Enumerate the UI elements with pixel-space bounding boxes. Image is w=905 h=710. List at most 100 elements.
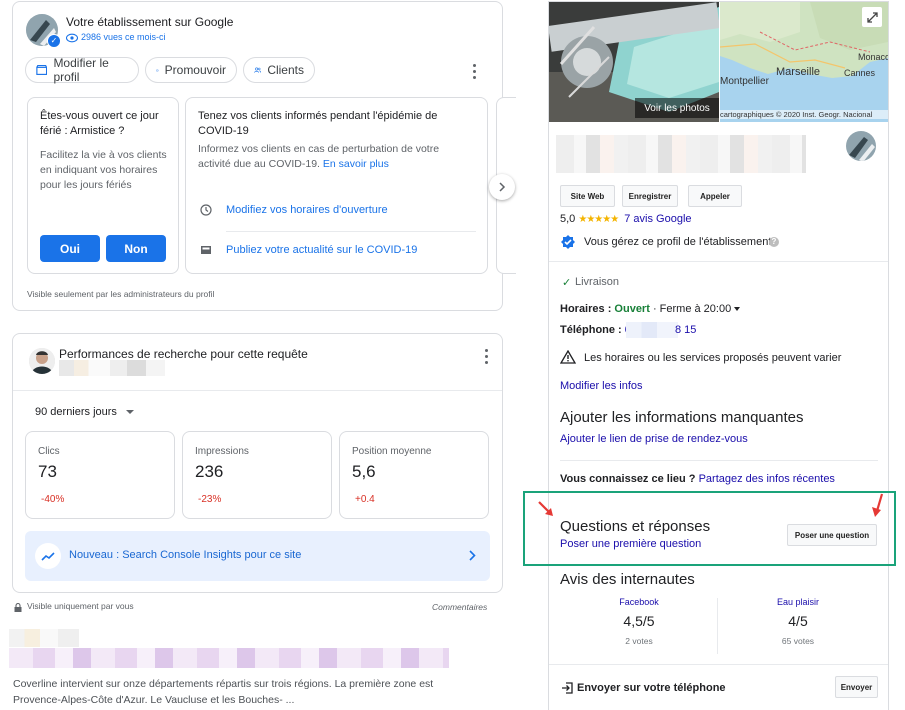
holiday-hours-card: Êtes-vous ouvert ce jour férié : Armisti… (27, 97, 179, 274)
rating-stars: ★★★★★ (578, 214, 619, 225)
help-icon[interactable]: ? (769, 237, 779, 247)
review-source-facebook[interactable]: Facebook 4,5/5 2 votes (560, 597, 718, 655)
review-source-name: Facebook (619, 597, 659, 607)
edit-info-link[interactable]: Modifier les infos (560, 380, 643, 392)
business-photo[interactable]: Voir les photos (549, 2, 719, 122)
map-city: Marseille (776, 66, 821, 78)
hours-row[interactable]: Horaires : Ouvert · Ferme à 20:00 (560, 303, 741, 315)
save-button[interactable]: Enregistrer (622, 185, 678, 207)
phone-row: Téléphone : 0 (560, 324, 631, 336)
covid-body-text: Informez vos clients en cas de perturbat… (198, 143, 440, 170)
map-credit: cartographiques © 2020 Inst. Geogr. Naci… (720, 110, 888, 119)
promote-icon (156, 68, 159, 72)
send-to-phone-label: Envoyer sur votre téléphone (577, 682, 726, 694)
map-city: Montpellier (720, 76, 769, 87)
metric-value: 73 (38, 462, 57, 481)
post-covid-link[interactable]: Publiez votre actualité sur le COVID-19 (226, 244, 417, 256)
clients-label: Clients (267, 63, 304, 77)
rating-value: 5,0 (560, 213, 576, 225)
review-source-score: 4,5/5 (623, 613, 655, 629)
metric-clicks[interactable]: Clics 73 -40% (25, 431, 175, 519)
eye-icon (65, 32, 79, 46)
user-avatar (29, 348, 55, 374)
clock-icon (200, 204, 212, 219)
carousel-next-button[interactable] (489, 174, 515, 200)
blurred-query (59, 360, 165, 376)
covid-card: Tenez vos clients informés pendant l'épi… (185, 97, 488, 274)
edit-profile-button[interactable]: Modifier le profil (25, 56, 139, 84)
holiday-question: Êtes-vous ouvert ce jour férié : Armisti… (40, 110, 159, 137)
website-button[interactable]: Site Web (560, 185, 615, 207)
metric-change: +0.4 (355, 494, 375, 505)
arrow-annotation-icon (870, 493, 886, 522)
holiday-body: Facilitez la vie à vos clients en indiqu… (40, 149, 167, 191)
visibility-note: Visible uniquement par vous (27, 601, 134, 611)
review-source-votes: 65 votes (781, 636, 815, 646)
trend-icon (35, 543, 61, 569)
metric-impressions[interactable]: Impressions 236 -23% (182, 431, 332, 519)
reviews-link[interactable]: 7 avis Google (624, 213, 691, 225)
period-select[interactable]: 90 derniers jours (35, 406, 134, 418)
know-place-row: Vous connaissez ce lieu ? Partagez des i… (560, 473, 835, 485)
metric-label: Clics (38, 446, 60, 457)
no-button[interactable]: Non (106, 235, 166, 262)
send-to-phone-icon (561, 682, 573, 697)
review-source-score: 4/5 (788, 613, 808, 629)
metric-position[interactable]: Position moyenne 5,6 +0.4 (339, 431, 489, 519)
missing-info-title: Ajouter les informations manquantes (560, 409, 804, 426)
insights-banner[interactable]: Nouveau : Search Console Insights pour c… (25, 531, 490, 581)
panel-divider (549, 664, 888, 665)
period-label: 90 derniers jours (35, 406, 117, 418)
review-source-votes: 2 votes (625, 636, 653, 646)
caret-down-icon (734, 307, 741, 312)
warning-text: Les horaires ou les services proposés pe… (584, 352, 842, 364)
metric-label: Impressions (195, 446, 249, 457)
metric-value: 236 (195, 462, 224, 481)
learn-more-link[interactable]: En savoir plus (323, 158, 389, 170)
metric-label: Position moyenne (352, 446, 432, 457)
edit-hours-link[interactable]: Modifiez vos horaires d'ouverture (226, 204, 388, 216)
send-button[interactable]: Envoyer (835, 676, 878, 698)
location-map[interactable]: Montpellier Marseille Cannes Monaco cart… (720, 2, 888, 122)
metric-value: 5,6 (352, 462, 376, 481)
edit-profile-label: Modifier le profil (53, 56, 109, 84)
hours-status: Ouvert (614, 303, 650, 315)
reviews-section-title: Avis des internautes (560, 571, 695, 588)
metric-change: -40% (41, 494, 65, 505)
profile-title: Votre établissement sur Google (66, 15, 234, 29)
covid-body: Informez vos clients en cas de perturbat… (198, 142, 458, 172)
covid-divider (226, 231, 476, 232)
insights-text: Nouveau : Search Console Insights pour c… (69, 549, 302, 561)
store-icon (36, 65, 48, 75)
result-snippet: Coverline intervient sur onze départemen… (13, 678, 434, 706)
qa-title: Questions et réponses (560, 518, 711, 535)
review-source-eau-plaisir[interactable]: Eau plaisir 4/5 65 votes (718, 597, 878, 655)
clients-button[interactable]: Clients (243, 57, 315, 83)
yes-button[interactable]: Oui (40, 235, 100, 262)
map-city: Monaco (858, 52, 888, 62)
performance-more-icon[interactable] (485, 349, 489, 367)
promote-button[interactable]: Promouvoir (145, 57, 237, 83)
see-photos-label[interactable]: Voir les photos (635, 98, 719, 118)
know-place-label: Vous connaissez ce lieu ? (560, 473, 696, 485)
first-question-link[interactable]: Poser une première question (560, 538, 701, 550)
hours-label: Horaires : (560, 303, 612, 315)
comments-link[interactable]: Commentaires (432, 602, 487, 612)
phone-label: Téléphone : (560, 324, 622, 336)
ask-question-button[interactable]: Poser une question (787, 524, 877, 546)
call-button[interactable]: Appeler (688, 185, 742, 207)
more-options-icon[interactable] (473, 64, 477, 82)
profile-views[interactable]: 2986 vues ce mois-ci (81, 32, 166, 42)
arrow-annotation-icon (537, 500, 557, 523)
verified-badge-icon: ✓ (47, 34, 61, 48)
phone-end[interactable]: 8 15 (675, 324, 696, 336)
rating-row: 5,0 ★★★★★ 7 avis Google (560, 213, 692, 225)
chevron-right-icon (469, 550, 476, 564)
managed-text: Vous gérez ce profil de l'établissement (584, 236, 772, 248)
verified-shield-icon (560, 234, 576, 253)
booking-link[interactable]: Ajouter le lien de prise de rendez-vous (560, 433, 748, 445)
expand-map-icon[interactable] (862, 7, 882, 27)
warning-icon (559, 349, 577, 367)
business-thumbnail (846, 131, 876, 161)
share-info-link[interactable]: Partagez des infos récentes (699, 473, 835, 485)
